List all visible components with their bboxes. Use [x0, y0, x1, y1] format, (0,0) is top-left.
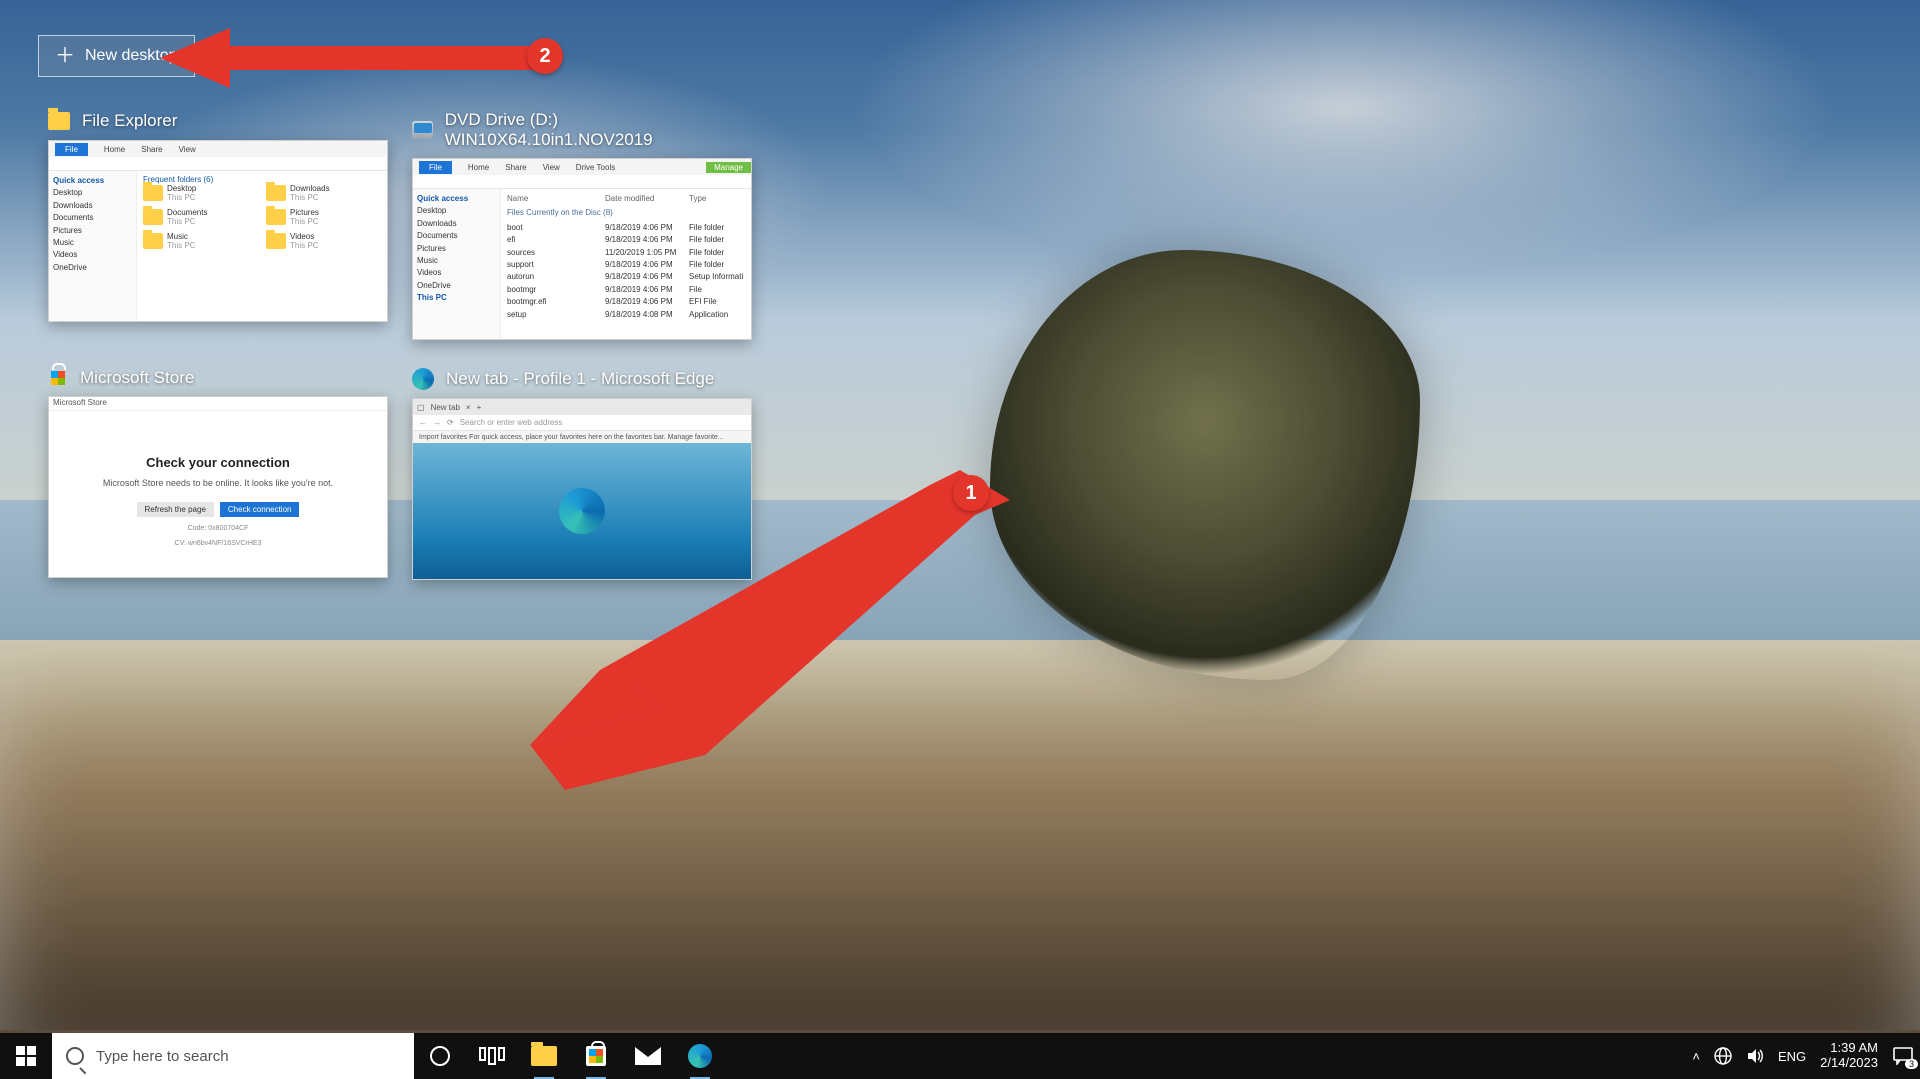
taskview-tile-edge[interactable]: New tab - Profile 1 - Microsoft Edge ▢Ne… — [412, 368, 752, 580]
mail-icon — [635, 1047, 661, 1065]
error-code: Code: 0x800704CF — [188, 525, 249, 532]
ribbon-file: File — [55, 143, 88, 156]
taskbar: Type here to search ˄ E — [0, 1033, 1920, 1079]
plus-icon: ＋ — [55, 46, 75, 66]
tile-thumbnail: ▢New tab×+ ←→⟳Search or enter web addres… — [412, 398, 752, 580]
ribbon-share: Share — [141, 145, 162, 154]
new-desktop-label: New desktop — [85, 47, 178, 65]
task-view-icon — [479, 1047, 505, 1065]
edge-icon — [412, 368, 434, 390]
task-view-button[interactable] — [466, 1033, 518, 1079]
tile-thumbnail: File Home Share View Quick access Deskto… — [48, 140, 388, 322]
store-heading: Check your connection — [146, 455, 290, 470]
notification-badge: 3 — [1905, 1059, 1918, 1069]
action-center-button[interactable]: 3 — [1892, 1045, 1914, 1067]
taskbar-pin-mail[interactable] — [622, 1033, 674, 1079]
ribbon-home: Home — [104, 145, 125, 154]
volume-icon[interactable] — [1746, 1047, 1764, 1065]
taskview-tiles: File Explorer File Home Share View Quick… — [48, 110, 752, 580]
edge-swirl-icon — [559, 488, 605, 534]
store-message: Microsoft Store needs to be online. It l… — [103, 478, 333, 488]
tile-title: New tab - Profile 1 - Microsoft Edge — [446, 369, 714, 389]
check-button: Check connection — [220, 502, 300, 517]
store-icon — [586, 1046, 606, 1066]
section-title: Frequent folders (6) — [143, 175, 381, 184]
nav-pane: Quick access Desktop Downloads Documents… — [49, 171, 137, 321]
ribbon-view: View — [179, 145, 196, 154]
search-placeholder: Type here to search — [96, 1048, 229, 1065]
taskbar-search[interactable]: Type here to search — [52, 1033, 414, 1079]
taskbar-pin-ms-store[interactable] — [570, 1033, 622, 1079]
taskview-tile-dvd-drive[interactable]: DVD Drive (D:) WIN10X64.10in1.NOV2019 Fi… — [412, 110, 752, 340]
tile-title: DVD Drive (D:) WIN10X64.10in1.NOV2019 — [445, 110, 752, 150]
tile-title: File Explorer — [82, 111, 177, 131]
folder-icon — [531, 1046, 557, 1066]
taskview-tile-ms-store[interactable]: Microsoft Store Microsoft Store Check yo… — [48, 368, 388, 580]
cortana-icon — [430, 1046, 450, 1066]
manage-tab: Manage — [706, 162, 751, 173]
start-button[interactable] — [0, 1033, 52, 1079]
network-icon[interactable] — [1714, 1047, 1732, 1065]
tile-title: Microsoft Store — [80, 368, 194, 388]
refresh-button: Refresh the page — [137, 502, 214, 517]
folder-icon — [48, 110, 70, 132]
search-icon — [66, 1047, 84, 1065]
ribbon-file: File — [419, 161, 452, 174]
annotation-badge-1: 1 — [953, 475, 989, 511]
taskbar-pin-edge[interactable] — [674, 1033, 726, 1079]
tray-overflow-button[interactable]: ˄ — [1692, 1049, 1700, 1064]
clock-time: 1:39 AM — [1830, 1041, 1878, 1056]
cortana-button[interactable] — [414, 1033, 466, 1079]
tile-thumbnail: File Home Share View Drive Tools Manage … — [412, 158, 752, 340]
clock-date: 2/14/2023 — [1820, 1056, 1878, 1071]
annotation-badge-2: 2 — [527, 38, 563, 74]
tile-thumbnail: Microsoft Store Check your connection Mi… — [48, 396, 388, 578]
nav-pane: Quick access Desktop Downloads Documents… — [413, 189, 501, 339]
edge-icon — [688, 1044, 712, 1068]
store-icon — [48, 368, 68, 388]
error-cv: CV: wn6bv4NF/16SVCrHE3 — [175, 540, 262, 547]
taskbar-pin-file-explorer[interactable] — [518, 1033, 570, 1079]
taskbar-clock[interactable]: 1:39 AM 2/14/2023 — [1820, 1041, 1878, 1071]
system-tray: ˄ ENG 1:39 AM 2/14/2023 3 — [1692, 1041, 1920, 1071]
drive-icon — [412, 121, 433, 139]
new-desktop-button[interactable]: ＋ New desktop — [38, 35, 195, 77]
taskview-tile-file-explorer[interactable]: File Explorer File Home Share View Quick… — [48, 110, 388, 340]
language-indicator[interactable]: ENG — [1778, 1049, 1806, 1064]
